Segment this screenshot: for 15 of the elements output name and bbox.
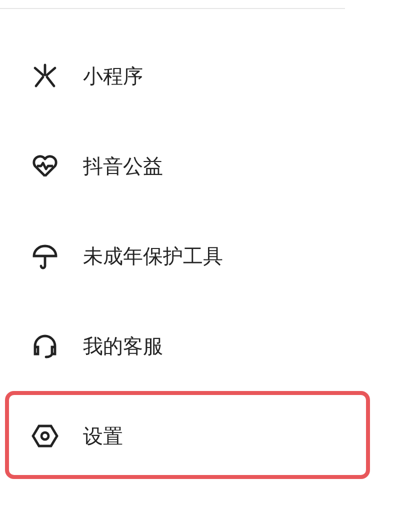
menu-label: 小程序 (83, 62, 143, 90)
sparkle-icon (34, 64, 56, 88)
menu-item[interactable]: 小程序 (0, 31, 400, 121)
menu-item[interactable]: 未成年保护工具 (0, 211, 400, 301)
heart-icon (32, 155, 58, 178)
menu-label: 未成年保护工具 (83, 242, 223, 270)
menu-item[interactable]: 我的客服 (0, 301, 400, 391)
menu-item[interactable]: 抖音公益 (0, 121, 400, 211)
headset-icon (34, 334, 56, 358)
menu-item[interactable]: 设置 (0, 391, 400, 481)
menu-label: 抖音公益 (83, 152, 163, 180)
menu-label: 我的客服 (83, 332, 163, 360)
settings-icon (32, 424, 58, 448)
umbrella-icon (32, 244, 58, 270)
menu-label: 设置 (83, 422, 123, 450)
